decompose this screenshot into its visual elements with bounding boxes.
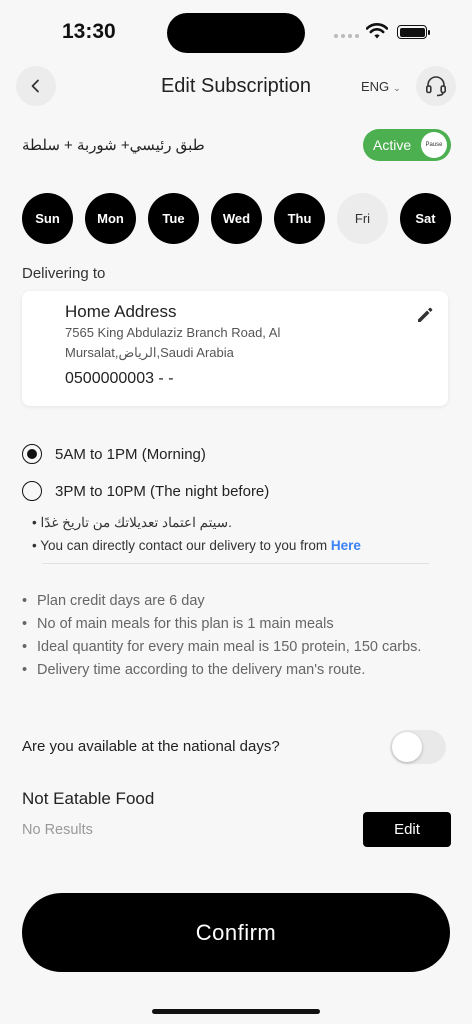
day-wed[interactable]: Wed	[211, 193, 262, 244]
wifi-icon	[365, 22, 389, 45]
delivering-to-label: Delivering to	[22, 265, 106, 282]
dynamic-island	[167, 13, 305, 53]
national-days-switch[interactable]	[390, 730, 446, 764]
support-button[interactable]	[416, 66, 456, 106]
pencil-icon	[418, 307, 433, 322]
divider	[42, 563, 429, 564]
day-tue[interactable]: Tue	[148, 193, 199, 244]
plan-info-list: Plan credit days are 6 day No of main me…	[22, 590, 442, 682]
day-sat[interactable]: Sat	[400, 193, 451, 244]
note-contact-text: • You can directly contact our delivery …	[32, 538, 331, 553]
plan-info-item: Plan credit days are 6 day	[22, 590, 442, 613]
meal-plan-name: طبق رئيسي+ شوربة + سلطة	[22, 137, 205, 154]
battery-icon	[397, 25, 430, 39]
not-eatable-empty: No Results	[22, 822, 93, 838]
edit-address-button[interactable]	[416, 306, 434, 329]
not-eatable-title: Not Eatable Food	[22, 789, 155, 808]
time-slot-night-label: 3PM to 10PM (The night before)	[55, 482, 270, 500]
status-time: 13:30	[62, 20, 116, 43]
status-label: Active	[373, 137, 412, 153]
contact-here-link[interactable]: Here	[331, 538, 361, 553]
plan-info-item: Delivery time according to the delivery …	[22, 659, 442, 682]
note-modification: • سيتم اعتماد تعديلاتك من تاريخ غدًا.	[32, 515, 232, 530]
confirm-button[interactable]: Confirm	[22, 893, 450, 972]
note-contact: • You can directly contact our delivery …	[32, 538, 361, 553]
chevron-down-icon: ⌄	[393, 83, 401, 93]
day-sun[interactable]: Sun	[22, 193, 73, 244]
plan-info-item: Ideal quantity for every main meal is 15…	[22, 636, 442, 659]
address-card[interactable]: Home Address 7565 King Abdulaziz Branch …	[22, 291, 448, 406]
cellular-signal-icon	[334, 34, 359, 38]
radio-selected-icon	[22, 444, 42, 464]
address-line-2: Mursalat,الرياض,Saudi Arabia	[65, 345, 234, 360]
home-indicator	[152, 1009, 320, 1014]
plan-info-item: No of main meals for this plan is 1 main…	[22, 613, 442, 636]
delivery-days: Sun Mon Tue Wed Thu Fri Sat	[22, 193, 451, 244]
time-slot-morning-label: 5AM to 1PM (Morning)	[55, 445, 206, 463]
day-thu[interactable]: Thu	[274, 193, 325, 244]
time-slot-morning[interactable]: 5AM to 1PM (Morning)	[22, 444, 206, 464]
switch-knob	[392, 732, 422, 762]
language-label: ENG	[361, 79, 390, 94]
address-phone: 0500000003 - -	[65, 370, 174, 387]
radio-unselected-icon	[22, 481, 42, 501]
time-slot-night[interactable]: 3PM to 10PM (The night before)	[22, 481, 269, 501]
language-selector[interactable]: ENG ⌄	[361, 79, 401, 94]
headset-icon	[425, 76, 447, 97]
edit-not-eatable-button[interactable]: Edit	[363, 812, 451, 847]
address-title: Home Address	[65, 302, 177, 321]
day-mon[interactable]: Mon	[85, 193, 136, 244]
pause-knob: Pause	[421, 132, 447, 158]
day-fri[interactable]: Fri	[337, 193, 388, 244]
address-line-1: 7565 King Abdulaziz Branch Road, Al	[65, 325, 281, 340]
page-title: Edit Subscription	[160, 75, 312, 97]
national-days-label: Are you available at the national days?	[22, 738, 280, 755]
subscription-status-toggle[interactable]: Active Pause	[363, 129, 451, 161]
